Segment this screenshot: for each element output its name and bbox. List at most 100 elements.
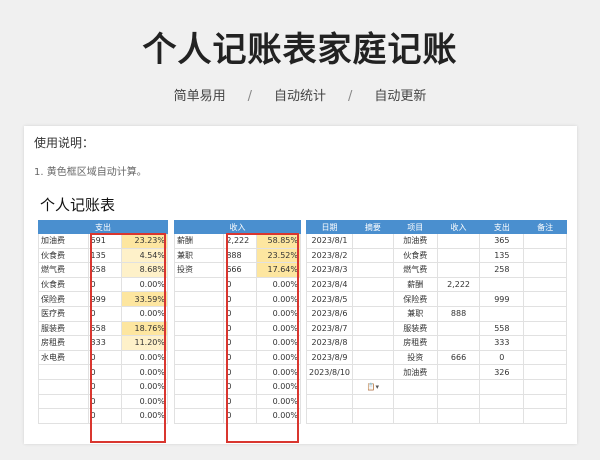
date-cell[interactable]: 2023/8/6 [305, 305, 354, 322]
amount-cell[interactable]: 0 [87, 408, 123, 424]
item-cell[interactable]: 服装费 [392, 320, 438, 337]
date-cell[interactable]: 2023/8/9 [305, 349, 354, 366]
percent-cell[interactable]: 0.00% [121, 408, 168, 424]
item-cell[interactable]: 兼职 [392, 305, 438, 322]
item-cell[interactable]: 投资 [392, 349, 438, 366]
category-cell[interactable]: 伙食费 [38, 276, 89, 293]
date-cell[interactable]: 2023/8/2 [305, 247, 354, 264]
category-cell[interactable] [173, 378, 225, 395]
income-cell[interactable]: 888 [436, 305, 481, 322]
percent-cell[interactable]: 0.00% [256, 276, 301, 293]
category-cell[interactable] [38, 378, 89, 395]
expense-cell[interactable]: 258 [479, 262, 525, 278]
percent-cell[interactable]: 0.00% [121, 393, 168, 410]
expense-cell[interactable]: 135 [479, 247, 525, 264]
amount-cell[interactable]: 0 [87, 364, 123, 380]
category-cell[interactable] [173, 393, 225, 410]
percent-cell[interactable]: 17.64% [256, 262, 301, 278]
income-cell[interactable] [436, 335, 481, 351]
amount-cell[interactable]: 558 [87, 320, 123, 337]
income-cell[interactable] [436, 247, 481, 264]
memo-cell[interactable] [352, 393, 394, 410]
memo-cell[interactable] [352, 408, 394, 424]
category-cell[interactable] [173, 320, 225, 337]
percent-cell[interactable]: 4.54% [121, 247, 168, 264]
percent-cell[interactable]: 0.00% [256, 291, 301, 307]
memo-cell[interactable] [352, 349, 394, 366]
income-cell[interactable] [436, 393, 481, 410]
item-cell[interactable]: 保险费 [392, 291, 438, 307]
date-cell[interactable]: 2023/8/1 [305, 233, 354, 249]
memo-cell[interactable]: 📋▾ [352, 378, 394, 395]
amount-cell[interactable]: 0 [223, 320, 258, 337]
item-cell[interactable] [392, 393, 438, 410]
category-cell[interactable] [173, 276, 225, 293]
category-cell[interactable] [38, 408, 89, 424]
note-cell[interactable] [523, 291, 567, 307]
amount-cell[interactable]: 0 [223, 276, 258, 293]
amount-cell[interactable]: 666 [223, 262, 258, 278]
note-cell[interactable] [523, 262, 567, 278]
category-cell[interactable]: 伙食费 [38, 247, 89, 264]
item-cell[interactable]: 加油费 [392, 364, 438, 380]
category-cell[interactable] [38, 364, 89, 380]
note-cell[interactable] [523, 335, 567, 351]
item-cell[interactable]: 加油费 [392, 233, 438, 249]
date-cell[interactable]: 2023/8/3 [305, 262, 354, 278]
date-cell[interactable]: 2023/8/8 [305, 335, 354, 351]
percent-cell[interactable]: 0.00% [256, 320, 301, 337]
memo-cell[interactable] [352, 335, 394, 351]
amount-cell[interactable]: 333 [87, 335, 123, 351]
income-cell[interactable] [436, 378, 481, 395]
expense-cell[interactable] [479, 276, 525, 293]
note-cell[interactable] [523, 364, 567, 380]
category-cell[interactable]: 保险费 [38, 291, 89, 307]
note-cell[interactable] [523, 305, 567, 322]
note-cell[interactable] [523, 408, 567, 424]
amount-cell[interactable]: 258 [87, 262, 123, 278]
income-cell[interactable] [436, 364, 481, 380]
percent-cell[interactable]: 0.00% [121, 349, 168, 366]
memo-cell[interactable] [352, 247, 394, 264]
category-cell[interactable] [173, 349, 225, 366]
memo-cell[interactable] [352, 364, 394, 380]
income-cell[interactable] [436, 262, 481, 278]
date-cell[interactable]: 2023/8/7 [305, 320, 354, 337]
note-cell[interactable] [523, 349, 567, 366]
percent-cell[interactable]: 0.00% [121, 378, 168, 395]
income-cell[interactable]: 2,222 [436, 276, 481, 293]
date-cell[interactable]: 2023/8/5 [305, 291, 354, 307]
amount-cell[interactable]: 0 [223, 408, 258, 424]
category-cell[interactable]: 房租费 [38, 335, 89, 351]
income-cell[interactable] [436, 291, 481, 307]
percent-cell[interactable]: 8.68% [121, 262, 168, 278]
date-cell[interactable] [305, 393, 354, 410]
percent-cell[interactable]: 0.00% [256, 393, 301, 410]
note-cell[interactable] [523, 378, 567, 395]
category-cell[interactable]: 燃气费 [38, 262, 89, 278]
expense-cell[interactable] [479, 305, 525, 322]
percent-cell[interactable]: 33.59% [121, 291, 168, 307]
income-cell[interactable] [436, 233, 481, 249]
memo-cell[interactable] [352, 305, 394, 322]
date-cell[interactable]: 2023/8/4 [305, 276, 354, 293]
amount-cell[interactable]: 135 [87, 247, 123, 264]
percent-cell[interactable]: 0.00% [256, 378, 301, 395]
amount-cell[interactable]: 888 [223, 247, 258, 264]
memo-cell[interactable] [352, 291, 394, 307]
amount-cell[interactable]: 0 [223, 291, 258, 307]
income-cell[interactable] [436, 408, 481, 424]
percent-cell[interactable]: 0.00% [121, 364, 168, 380]
percent-cell[interactable]: 0.00% [256, 408, 301, 424]
amount-cell[interactable]: 2,222 [223, 233, 258, 249]
amount-cell[interactable]: 0 [87, 378, 123, 395]
category-cell[interactable]: 加油费 [38, 233, 89, 249]
category-cell[interactable]: 水电费 [38, 349, 89, 366]
amount-cell[interactable]: 0 [87, 305, 123, 322]
item-cell[interactable]: 房租费 [392, 335, 438, 351]
amount-cell[interactable]: 0 [223, 335, 258, 351]
date-cell[interactable]: 2023/8/10 [305, 364, 354, 380]
category-cell[interactable] [173, 408, 225, 424]
expense-cell[interactable] [479, 393, 525, 410]
category-cell[interactable]: 服装费 [38, 320, 89, 337]
